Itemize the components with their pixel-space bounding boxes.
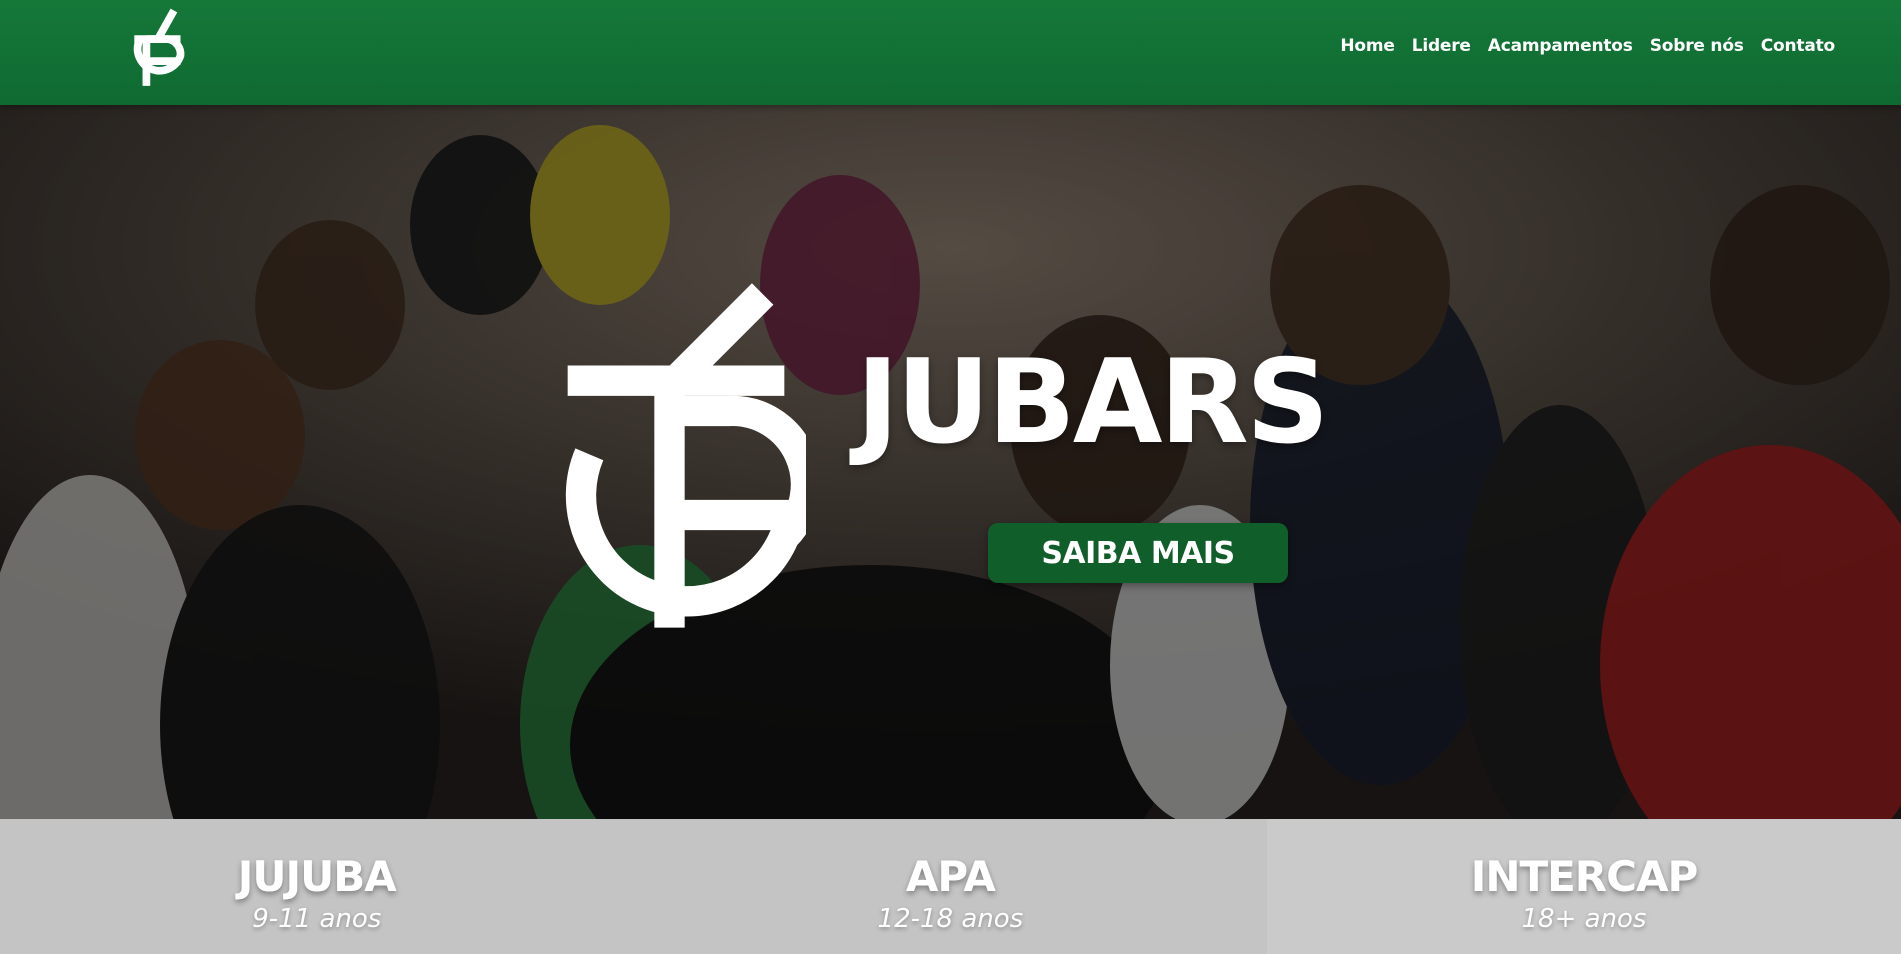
jb-monogram-icon: [565, 283, 806, 628]
jb-monogram-icon[interactable]: [120, 6, 186, 92]
camp-cards: JUJUBA 9-11 anos APA 12-18 anos INTERCAP…: [0, 819, 1901, 954]
camp-card-apa[interactable]: APA 12-18 anos: [633, 819, 1268, 954]
camp-card-intercap[interactable]: INTERCAP 18+ anos: [1267, 819, 1901, 954]
camp-age: 18+ anos: [1521, 904, 1647, 934]
camp-card-jujuba[interactable]: JUJUBA 9-11 anos: [0, 819, 634, 954]
hero-title: JUBARS: [856, 335, 1329, 470]
camp-title: INTERCAP: [1470, 852, 1699, 901]
hero-section: JUBARS SAIBA MAIS: [0, 105, 1901, 819]
nav-lidere[interactable]: Lidere: [1412, 36, 1471, 56]
nav-acampamentos[interactable]: Acampamentos: [1488, 36, 1633, 56]
main-nav: Home Lidere Acampamentos Sobre nós Conta…: [1340, 36, 1835, 56]
saiba-mais-button[interactable]: SAIBA MAIS: [988, 523, 1288, 583]
nav-sobre-nos[interactable]: Sobre nós: [1650, 36, 1744, 56]
nav-home[interactable]: Home: [1340, 36, 1395, 56]
camp-title: JUJUBA: [237, 852, 397, 901]
camp-age: 12-18 anos: [877, 904, 1024, 934]
site-header: Home Lidere Acampamentos Sobre nós Conta…: [0, 0, 1901, 105]
camp-age: 9-11 anos: [252, 904, 382, 934]
nav-contato[interactable]: Contato: [1761, 36, 1835, 56]
camp-title: APA: [905, 852, 996, 901]
